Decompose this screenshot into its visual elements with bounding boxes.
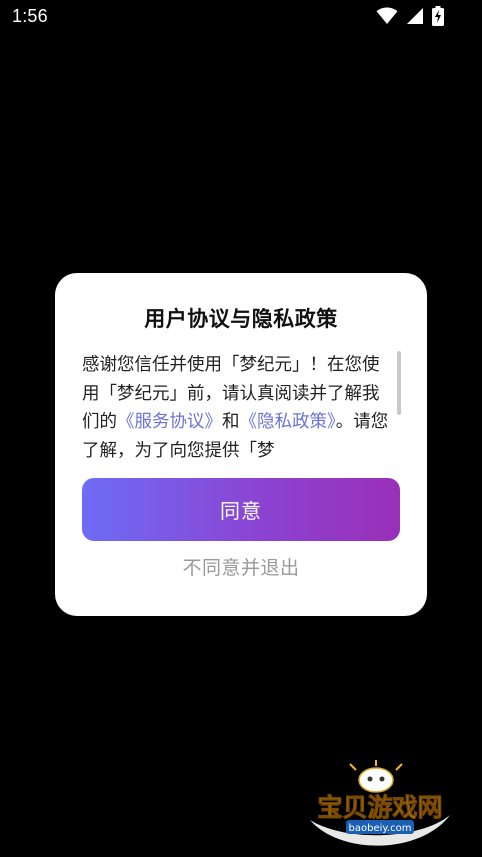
svg-text:baobeiy.com: baobeiy.com — [349, 823, 412, 834]
battery-charging-icon — [432, 6, 444, 26]
disagree-and-exit-button[interactable]: 不同意并退出 — [55, 553, 427, 580]
agree-button[interactable]: 同意 — [82, 478, 400, 541]
watermark-logo: 宝贝游戏网 baobeiy.com — [300, 760, 460, 852]
service-agreement-link[interactable]: 《服务协议》 — [117, 412, 222, 432]
dialog-title: 用户协议与隐私政策 — [144, 307, 338, 331]
svg-text:宝贝游戏网: 宝贝游戏网 — [317, 793, 442, 822]
status-icons — [376, 6, 444, 26]
signal-icon — [406, 7, 424, 25]
status-bar: 1:56 — [0, 0, 482, 34]
wifi-icon — [376, 7, 398, 25]
dialog-body-scroll[interactable]: 感谢您信任并使用「梦纪元」！在您使用「梦纪元」前，请认真阅读并了解我们的《服务协… — [82, 351, 394, 463]
scrollbar[interactable] — [397, 351, 401, 415]
body-text-and: 和 — [222, 412, 240, 432]
privacy-policy-link[interactable]: 《隐私政策》 — [240, 412, 336, 432]
agreement-dialog: 用户协议与隐私政策 感谢您信任并使用「梦纪元」！在您使用「梦纪元」前，请认真阅读… — [55, 273, 427, 616]
status-time: 1:56 — [12, 6, 48, 26]
dialog-body: 感谢您信任并使用「梦纪元」！在您使用「梦纪元」前，请认真阅读并了解我们的《服务协… — [82, 351, 394, 463]
